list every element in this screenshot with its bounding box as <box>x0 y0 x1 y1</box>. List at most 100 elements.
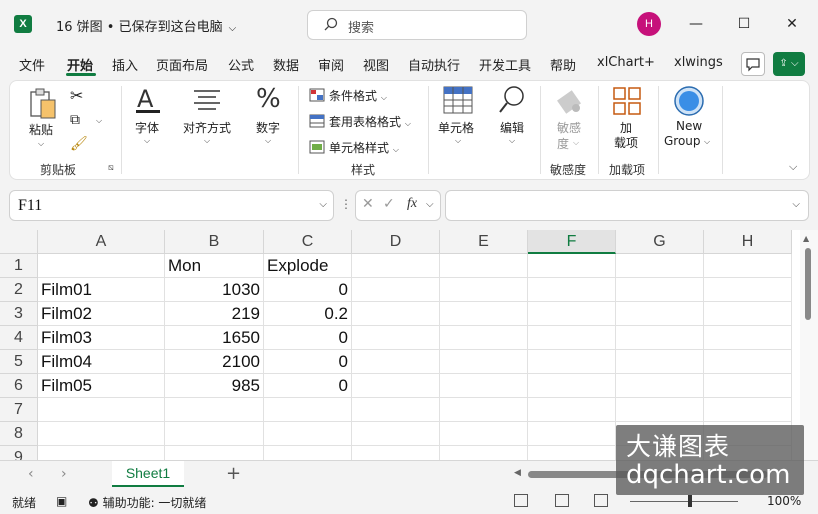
cell-f9[interactable] <box>528 446 616 460</box>
cell-h1[interactable] <box>704 254 792 278</box>
cell-e9[interactable] <box>440 446 528 460</box>
menu-developer[interactable]: 开发工具 <box>479 55 531 74</box>
cell-g7[interactable] <box>616 398 704 422</box>
cell-d3[interactable] <box>352 302 440 326</box>
alignment-dropdown-icon[interactable]: ⌵ <box>204 136 210 146</box>
cell-e8[interactable] <box>440 422 528 446</box>
cell-b7[interactable] <box>165 398 264 422</box>
page-layout-view-icon[interactable] <box>555 494 569 507</box>
cell-a1[interactable] <box>38 254 165 278</box>
more-options-icon[interactable]: ⋮ <box>340 197 352 211</box>
cell-c5[interactable]: 0 <box>264 350 352 374</box>
column-header-b[interactable]: B <box>165 230 264 254</box>
number-button[interactable]: 数字 <box>256 119 280 136</box>
cell-e7[interactable] <box>440 398 528 422</box>
editing-button[interactable]: 编辑 <box>500 119 524 136</box>
row-header[interactable]: 9 <box>0 446 38 460</box>
cell-c9[interactable] <box>264 446 352 460</box>
cell-c4[interactable]: 0 <box>264 326 352 350</box>
cell-a4[interactable]: Film03 <box>38 326 165 350</box>
row-header[interactable]: 6 <box>0 374 38 398</box>
new-group-dropdown-icon[interactable]: ⌵ <box>704 137 710 147</box>
cell-g1[interactable] <box>616 254 704 278</box>
cell-h3[interactable] <box>704 302 792 326</box>
addins-button-line2[interactable]: 载项 <box>614 134 638 151</box>
percent-icon[interactable]: % <box>256 84 281 114</box>
cell-d1[interactable] <box>352 254 440 278</box>
insert-function-icon[interactable]: fx <box>407 196 417 212</box>
cell-a5[interactable]: Film04 <box>38 350 165 374</box>
comments-button[interactable] <box>741 52 765 76</box>
menu-home[interactable]: 开始 <box>67 55 93 74</box>
row-header[interactable]: 8 <box>0 422 38 446</box>
new-group-icon[interactable] <box>673 85 705 117</box>
cell-f6[interactable] <box>528 374 616 398</box>
cell-h5[interactable] <box>704 350 792 374</box>
column-header-f[interactable]: F <box>528 230 616 254</box>
cell-a6[interactable]: Film05 <box>38 374 165 398</box>
new-group-button-line1[interactable]: New <box>676 119 702 133</box>
page-break-view-icon[interactable] <box>594 494 608 507</box>
paste-button[interactable]: 粘贴 <box>29 121 53 138</box>
zoom-slider[interactable] <box>630 501 738 502</box>
row-header[interactable]: 4 <box>0 326 38 350</box>
search-box[interactable]: 搜索 <box>307 10 527 40</box>
cell-d9[interactable] <box>352 446 440 460</box>
cell-g2[interactable] <box>616 278 704 302</box>
addins-icon[interactable] <box>612 86 642 116</box>
macro-record-icon[interactable]: ▣ <box>56 494 67 508</box>
column-header-c[interactable]: C <box>264 230 352 254</box>
menu-formulas[interactable]: 公式 <box>228 55 254 74</box>
row-header[interactable]: 5 <box>0 350 38 374</box>
add-sheet-icon[interactable]: + <box>226 463 241 484</box>
formula-input[interactable]: ⌵ <box>445 190 809 221</box>
cell-f5[interactable] <box>528 350 616 374</box>
cell-d8[interactable] <box>352 422 440 446</box>
format-painter-icon[interactable]: 🖌 <box>70 136 88 152</box>
cell-style-button[interactable]: 单元格样式 ⌵ <box>309 139 399 156</box>
accessibility-status[interactable]: ⚉ 辅助功能: 一切就绪 <box>88 494 206 511</box>
cell-d2[interactable] <box>352 278 440 302</box>
cell-c3[interactable]: 0.2 <box>264 302 352 326</box>
font-icon[interactable]: A <box>134 85 162 115</box>
cell-h2[interactable] <box>704 278 792 302</box>
new-group-button-line2[interactable]: Group <box>664 134 701 148</box>
cell-f1[interactable] <box>528 254 616 278</box>
alignment-button[interactable]: 对齐方式 <box>183 119 231 136</box>
cell-h6[interactable] <box>704 374 792 398</box>
next-sheet-icon[interactable]: › <box>61 466 67 482</box>
menu-insert[interactable]: 插入 <box>112 55 138 74</box>
font-dropdown-icon[interactable]: ⌵ <box>144 136 150 146</box>
cell-e6[interactable] <box>440 374 528 398</box>
row-header[interactable]: 1 <box>0 254 38 278</box>
cell-c1[interactable]: Explode <box>264 254 352 278</box>
column-header-e[interactable]: E <box>440 230 528 254</box>
cell-b3[interactable]: 219 <box>165 302 264 326</box>
menu-xlwings[interactable]: xlwings <box>674 55 723 70</box>
copy-dropdown-icon[interactable]: ⌵ <box>96 116 102 126</box>
cell-b5[interactable]: 2100 <box>165 350 264 374</box>
cells-icon[interactable] <box>443 86 473 114</box>
cell-h4[interactable] <box>704 326 792 350</box>
font-button[interactable]: 字体 <box>135 119 159 136</box>
cell-e4[interactable] <box>440 326 528 350</box>
avatar[interactable]: H <box>637 12 661 36</box>
row-header[interactable]: 2 <box>0 278 38 302</box>
cell-e2[interactable] <box>440 278 528 302</box>
cell-e3[interactable] <box>440 302 528 326</box>
normal-view-icon[interactable] <box>514 494 528 507</box>
cancel-icon[interactable]: ✕ <box>362 196 374 212</box>
vertical-scroll-thumb[interactable] <box>805 248 811 320</box>
cell-d5[interactable] <box>352 350 440 374</box>
sheet-tab[interactable]: Sheet1 <box>112 461 184 487</box>
share-button[interactable]: ⇪ ⌵ <box>773 52 805 76</box>
editing-dropdown-icon[interactable]: ⌵ <box>509 136 515 146</box>
cells-button[interactable]: 单元格 <box>438 119 474 136</box>
menu-help[interactable]: 帮助 <box>550 55 576 74</box>
paste-icon[interactable] <box>28 86 58 120</box>
conditional-format-button[interactable]: 条件格式 ⌵ <box>309 87 387 104</box>
enter-icon[interactable]: ✓ <box>383 196 395 212</box>
paste-dropdown-icon[interactable]: ⌵ <box>38 139 44 149</box>
cell-d4[interactable] <box>352 326 440 350</box>
zoom-slider-knob[interactable] <box>688 495 692 507</box>
